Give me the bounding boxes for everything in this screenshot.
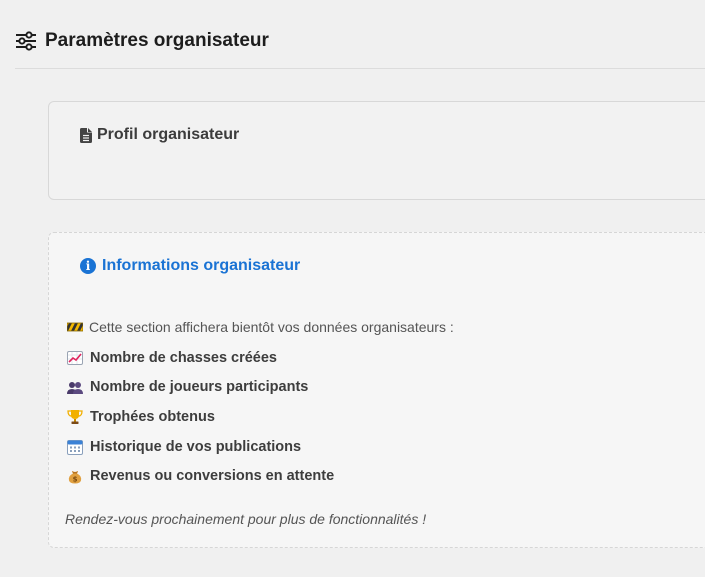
- list-item: Nombre de joueurs participants: [67, 373, 334, 403]
- list-item-label: Historique de vos publications: [90, 438, 302, 455]
- money-bag-icon: $: [68, 471, 82, 484]
- profile-card-title: Profil organisateur: [97, 126, 240, 143]
- calendar-icon: [67, 439, 83, 455]
- profile-card-header: Profil organisateur: [80, 126, 239, 144]
- trophy-icon: [67, 409, 83, 424]
- people-icon: [67, 382, 83, 395]
- info-card-header: i Informations organisateur: [80, 257, 300, 275]
- list-item-label: Nombre de chasses créées: [90, 349, 277, 366]
- page-header: Paramètres organisateur: [15, 30, 269, 52]
- feature-list: Nombre de chasses créées Nombre de joueu…: [67, 343, 334, 491]
- info-intro-text: Cette section affichera bientôt vos donn…: [89, 319, 454, 335]
- svg-text:$: $: [73, 476, 78, 484]
- list-item-label: Revenus ou conversions en attente: [90, 468, 335, 485]
- page-title: Paramètres organisateur: [45, 30, 269, 51]
- list-item: Nombre de chasses créées: [67, 343, 334, 373]
- list-item-label: Nombre de joueurs participants: [90, 379, 309, 396]
- sliders-icon: [16, 31, 36, 51]
- list-item: Trophées obtenus: [67, 402, 334, 432]
- chart-increasing-icon: [67, 350, 83, 365]
- file-icon: [80, 127, 92, 143]
- info-intro: Cette section affichera bientôt vos donn…: [67, 319, 454, 335]
- info-card-title: Informations organisateur: [102, 257, 301, 274]
- profile-card: Profil organisateur: [48, 101, 705, 200]
- construction-icon: [67, 322, 83, 332]
- info-card: i Informations organisateur Cette sectio…: [48, 232, 705, 548]
- header-divider: [15, 68, 705, 69]
- info-circle-icon: i: [80, 258, 96, 274]
- list-item-label: Trophées obtenus: [90, 408, 215, 425]
- list-item: Historique de vos publications: [67, 432, 334, 462]
- list-item: $ Revenus ou conversions en attente: [67, 461, 334, 491]
- closing-note: Rendez-vous prochainement pour plus de f…: [65, 511, 427, 527]
